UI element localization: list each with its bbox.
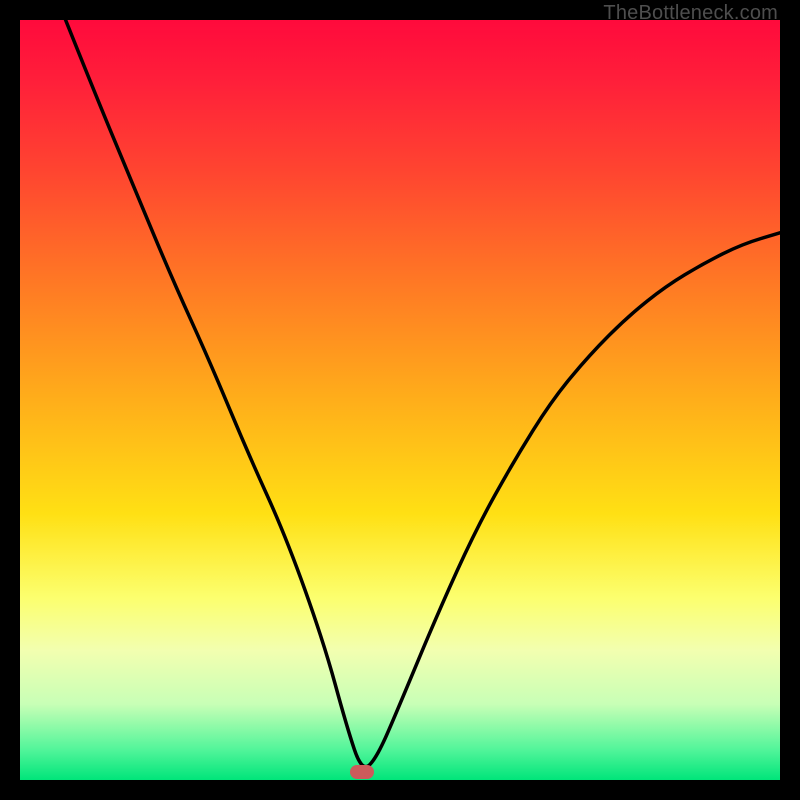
curve-path — [66, 20, 780, 767]
chart-frame: TheBottleneck.com — [0, 0, 800, 800]
optimal-point-marker — [350, 765, 374, 779]
plot-area — [20, 20, 780, 780]
bottleneck-curve — [20, 20, 780, 780]
